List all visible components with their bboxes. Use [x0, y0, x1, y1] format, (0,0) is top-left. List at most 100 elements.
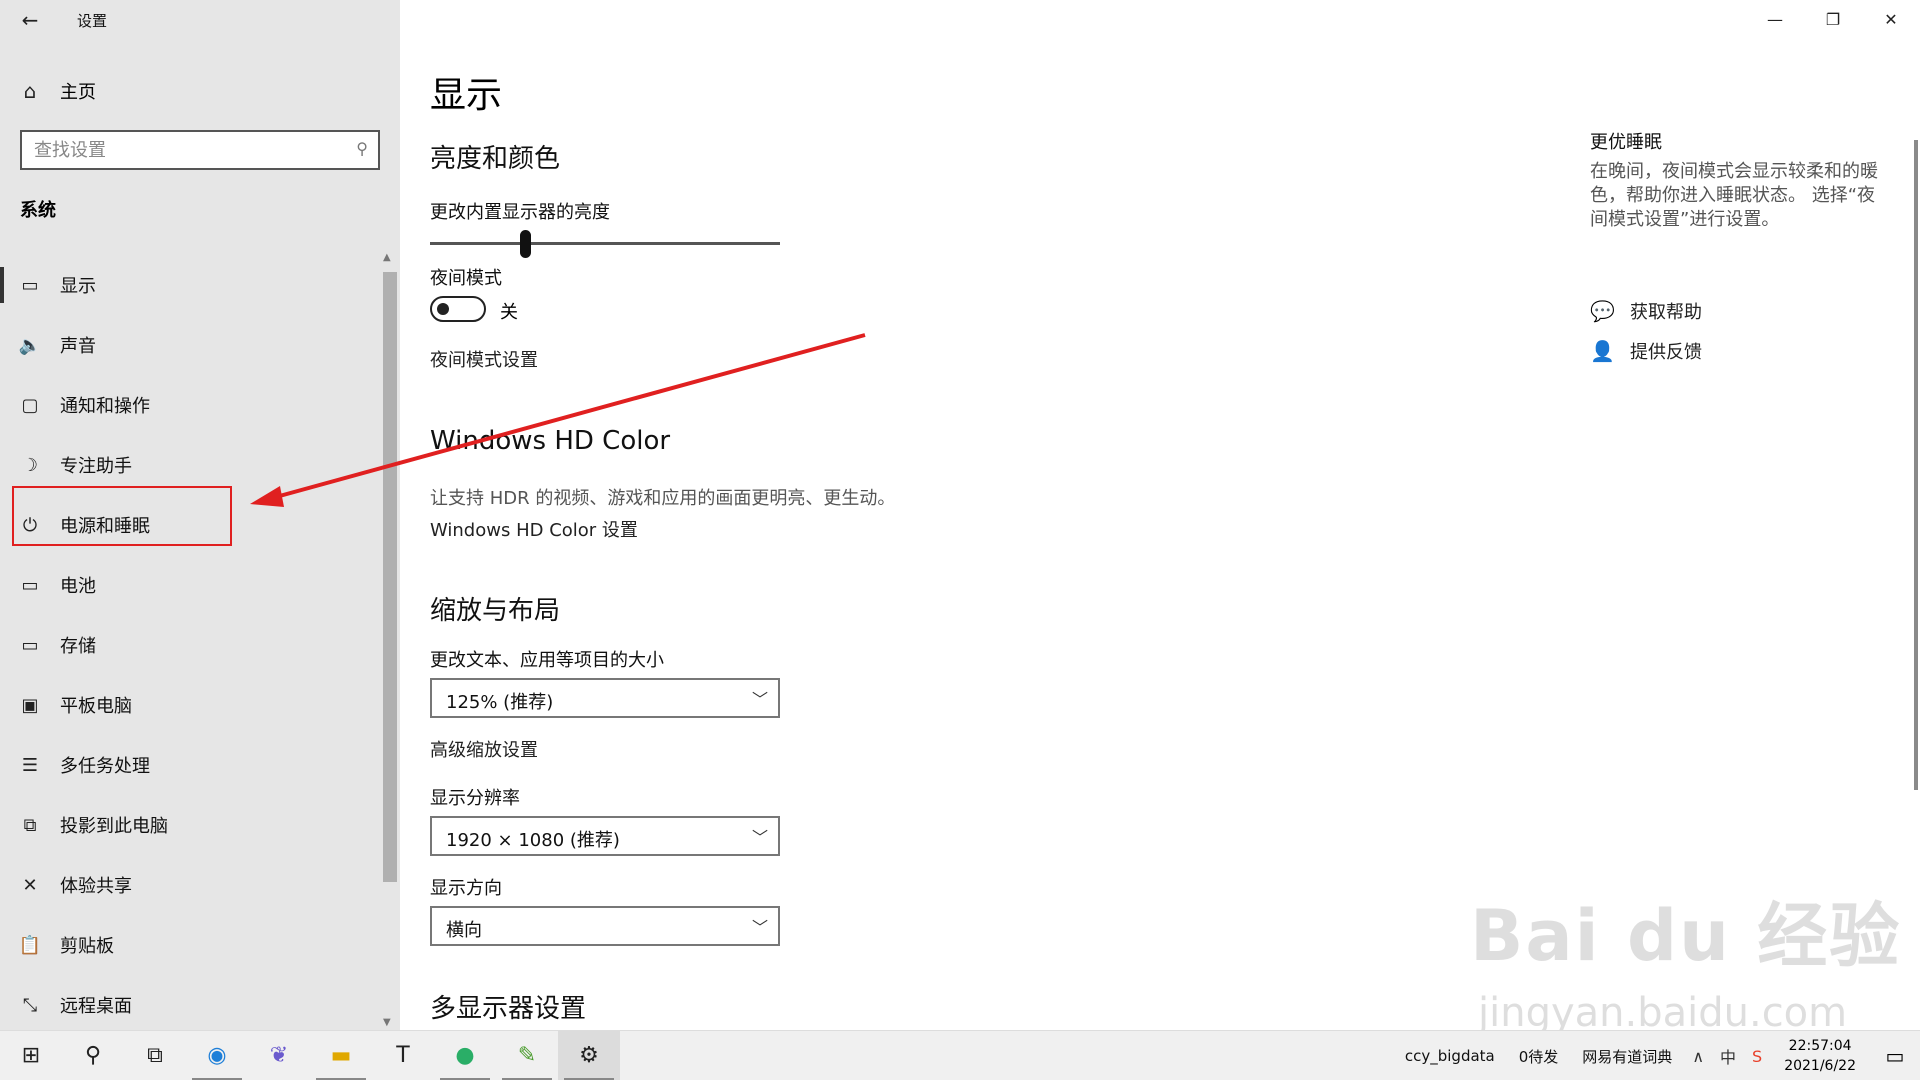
sidebar-item[interactable]: ☽ 专注助手	[0, 435, 380, 495]
night-mode-toggle[interactable]	[430, 296, 486, 322]
storage-icon: ▭	[21, 634, 39, 656]
chevron-down-icon: ﹀	[751, 828, 768, 847]
tray-item-user[interactable]: ccy_bigdata	[1393, 1047, 1507, 1065]
related-title: 更优睡眠	[1590, 132, 1662, 153]
search-icon[interactable]: ⚲	[356, 139, 368, 158]
clipboard-icon: 📋	[18, 934, 42, 956]
clock-date: 2021/6/22	[1784, 1058, 1856, 1074]
remote-desktop-icon: ⤡	[22, 994, 38, 1016]
sogou-input-icon[interactable]: S	[1744, 1047, 1770, 1066]
sidebar-item-label: 平板电脑	[60, 696, 132, 717]
night-mode-state: 关	[500, 302, 518, 323]
hdr-settings-link[interactable]: Windows HD Color 设置	[430, 516, 638, 542]
project-icon: ⧉	[23, 814, 37, 836]
file-explorer-icon[interactable]: ▬	[310, 1031, 372, 1080]
night-mode-settings-link[interactable]: 夜间模式设置	[430, 346, 538, 372]
scrollbar-thumb[interactable]	[383, 272, 397, 882]
orientation-dropdown[interactable]: 横向 ﹀	[430, 906, 780, 946]
notification-icon: ▢	[21, 394, 39, 416]
scroll-down-icon[interactable]: ▼	[383, 1017, 391, 1028]
resolution-label: 显示分辨率	[430, 788, 520, 809]
app-dolphin-icon[interactable]: ❦	[248, 1031, 310, 1080]
edge-browser-icon[interactable]: ◉	[186, 1031, 248, 1080]
task-view-icon[interactable]: ⧉	[124, 1031, 186, 1080]
sidebar-item[interactable]: ✕ 体验共享	[0, 855, 380, 915]
minimize-button[interactable]: —	[1746, 0, 1804, 40]
window-controls: — ❐ ✕	[1746, 0, 1920, 40]
sidebar-item[interactable]: ⏻ 电源和睡眠	[0, 495, 380, 555]
sidebar-item[interactable]: ▣ 平板电脑	[0, 675, 380, 735]
sidebar-item[interactable]: ▭ 电池	[0, 555, 380, 615]
search-icon[interactable]: ⚲	[62, 1031, 124, 1080]
home-nav-item[interactable]: ⌂ 主页	[0, 70, 390, 112]
home-label: 主页	[60, 82, 96, 103]
sidebar-item-label: 电池	[60, 576, 96, 597]
restore-button[interactable]: ❐	[1804, 0, 1862, 40]
sidebar-item-label: 远程桌面	[60, 996, 132, 1017]
sidebar-item[interactable]: ▢ 通知和操作	[0, 375, 380, 435]
feedback-link[interactable]: 👤 提供反馈	[1590, 338, 1702, 364]
battery-icon: ▭	[21, 574, 39, 596]
sidebar-nav: ▭ 显示 🔈 声音 ▢ 通知和操作 ☽ 专注助手 ⏻ 电源和睡眠 ▭ 电池 ▭ 存储 ▣ 平板电脑 ☰ 多任务处理…	[0, 255, 380, 1035]
clock[interactable]: 22:57:04 2021/6/22	[1770, 1036, 1870, 1076]
close-button[interactable]: ✕	[1862, 0, 1920, 40]
sidebar-scrollbar[interactable]: ▲ ▼	[381, 250, 399, 1030]
tray-item-dictionary[interactable]: 网易有道词典	[1570, 1046, 1684, 1067]
scroll-up-icon[interactable]: ▲	[383, 252, 391, 263]
notepad-app-icon[interactable]: ✎	[496, 1031, 558, 1080]
search-box[interactable]: ⚲	[20, 130, 380, 170]
orientation-label: 显示方向	[430, 878, 502, 899]
scale-dropdown[interactable]: 125% (推荐) ﹀	[430, 678, 780, 718]
tablet-icon: ▣	[21, 694, 39, 716]
orientation-value: 横向	[446, 920, 482, 941]
advanced-scaling-link[interactable]: 高级缩放设置	[430, 736, 538, 762]
wechat-icon[interactable]: ●	[434, 1031, 496, 1080]
sidebar-item-label: 电源和睡眠	[60, 516, 150, 537]
sidebar-item-label: 显示	[60, 276, 96, 297]
tray-expand-icon[interactable]: ∧	[1684, 1047, 1712, 1066]
sidebar-item[interactable]: ⧉ 投影到此电脑	[0, 795, 380, 855]
sidebar-item[interactable]: 🔈 声音	[0, 315, 380, 375]
start-windows-icon[interactable]: ⊞	[0, 1031, 62, 1080]
main-scrollbar[interactable]	[1914, 140, 1918, 790]
search-input[interactable]	[22, 132, 332, 168]
hdr-heading: Windows HD Color	[430, 426, 671, 456]
notification-center-icon[interactable]: ▭	[1870, 1044, 1920, 1068]
related-description: 在晚间，夜间模式会显示较柔和的暖色，帮助你进入睡眠状态。 选择“夜间模式设置”进…	[1590, 161, 1878, 230]
moon-icon: ☽	[21, 454, 39, 476]
scale-heading: 缩放与布局	[430, 596, 561, 626]
get-help-label: 获取帮助	[1630, 302, 1702, 323]
sidebar-item[interactable]: ⤡ 远程桌面	[0, 975, 380, 1035]
toggle-knob	[437, 303, 449, 315]
brightness-slider[interactable]	[430, 228, 780, 258]
scale-value: 125% (推荐)	[446, 692, 554, 713]
sidebar-item-label: 多任务处理	[60, 756, 150, 777]
hdr-description: 让支持 HDR 的视频、游戏和应用的画面更明亮、更生动。	[430, 488, 896, 509]
sidebar-item[interactable]: ▭ 显示	[0, 255, 380, 315]
feedback-label: 提供反馈	[1630, 342, 1702, 363]
tray-item-pending[interactable]: 0待发	[1507, 1046, 1571, 1067]
resolution-dropdown[interactable]: 1920 × 1080 (推荐) ﹀	[430, 816, 780, 856]
sidebar-item-label: 专注助手	[60, 456, 132, 477]
sidebar-item[interactable]: ☰ 多任务处理	[0, 735, 380, 795]
monitor-icon: ▭	[21, 274, 39, 296]
typora-icon[interactable]: T	[372, 1031, 434, 1080]
get-help-link[interactable]: 💬 获取帮助	[1590, 298, 1702, 324]
sidebar-item[interactable]: 📋 剪贴板	[0, 915, 380, 975]
sidebar-item[interactable]: ▭ 存储	[0, 615, 380, 675]
ime-indicator[interactable]: 中	[1712, 1044, 1744, 1068]
chevron-down-icon: ﹀	[751, 918, 768, 937]
slider-thumb[interactable]	[519, 230, 531, 258]
settings-gear-icon[interactable]: ⚙	[558, 1031, 620, 1080]
resolution-value: 1920 × 1080 (推荐)	[446, 830, 620, 851]
brightness-heading: 亮度和颜色	[430, 144, 561, 174]
title-bar: ← 设置	[0, 0, 400, 40]
sidebar-item-label: 存储	[60, 636, 96, 657]
help-chat-icon: 💬	[1590, 299, 1615, 323]
power-icon: ⏻	[22, 514, 38, 536]
multitask-icon: ☰	[21, 754, 39, 776]
app-title: 设置	[77, 12, 108, 30]
back-arrow-icon[interactable]: ←	[14, 6, 46, 34]
sidebar: ← 设置 ⌂ 主页 ⚲ 系统 ▭ 显示 🔈 声音 ▢ 通知和操作 ☽ 专注助手 ⏻ 电源和睡眠 ▭ 电…	[0, 0, 400, 1030]
clock-time: 22:57:04	[1788, 1038, 1852, 1054]
